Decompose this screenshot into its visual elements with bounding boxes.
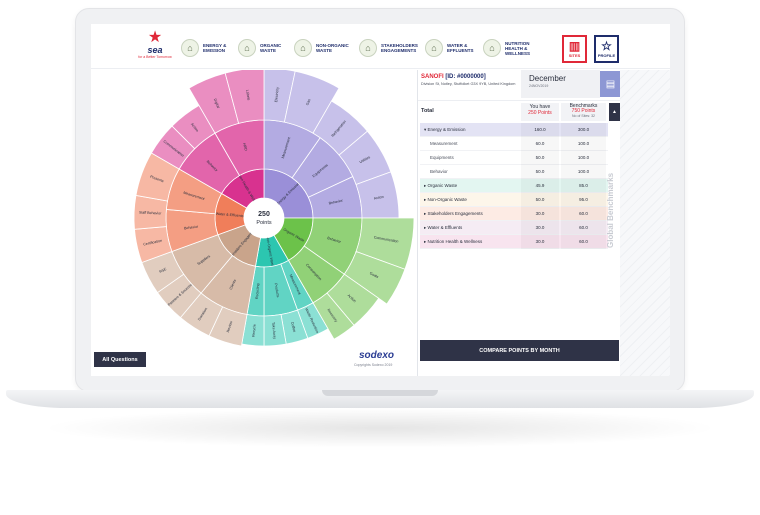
star-icon: ★: [147, 29, 163, 46]
row-you-value: 50.0: [521, 193, 559, 207]
nav-item-label: ORGANIC WASTE: [260, 43, 282, 53]
sort-button[interactable]: ▲: [609, 103, 620, 121]
building-icon: ▥: [568, 39, 581, 53]
app-screen: ★ sea for a Better Tomorrow ⌂ ENERGY & EM…: [91, 24, 670, 376]
sodexo-logo: sodexo: [359, 350, 395, 361]
row-label: Measurement: [430, 141, 458, 146]
profile-button[interactable]: ☆ PROFILE: [594, 35, 619, 63]
month-display[interactable]: December 24NOV2019: [521, 70, 600, 98]
nav-item-4[interactable]: ⌂ WATER & EFFLUENTS: [425, 38, 485, 58]
nutrition-icon: ⌂: [483, 39, 501, 57]
triangle-up-icon: ▲: [612, 109, 617, 115]
table-row[interactable]: ▸ Stakeholders Engagements 30.0 60.0: [420, 207, 608, 221]
nav-item-label: NON-ORGANIC WASTE: [316, 43, 349, 53]
copyright-text: Copyrights Sodexo 2019: [354, 363, 393, 367]
nav-item-0[interactable]: ⌂ ENERGY & EMISSION: [181, 38, 241, 58]
top-navigation: ★ sea for a Better Tomorrow ⌂ ENERGY & EM…: [91, 24, 670, 69]
site-title: SANOFI [ID: #0000000]: [421, 74, 486, 80]
row-benchmark-value: 100.0: [561, 137, 606, 151]
row-you-value: 160.0: [521, 123, 559, 137]
table-row: Behavior 50.0 100.0: [420, 165, 608, 179]
row-label: ▸ Water & Effluents: [424, 224, 463, 230]
row-label: ▸ Non-Organic Waste: [424, 196, 467, 202]
energy-icon: ⌂: [181, 39, 199, 57]
row-you-value: 30.0: [521, 207, 559, 221]
nav-item-1[interactable]: ⌂ ORGANIC WASTE: [238, 38, 298, 58]
nav-item-label: WATER & EFFLUENTS: [447, 43, 474, 53]
nav-item-5[interactable]: ⌂ NUTRITION HEALTH & WELLNESS: [483, 38, 543, 58]
center-points-label: Points: [256, 220, 272, 226]
center-points-value: 250: [258, 211, 270, 218]
global-benchmarks-label: Global Benchmarks: [606, 172, 615, 248]
row-you-value: 30.0: [521, 235, 559, 249]
row-label: Behavior: [430, 169, 448, 174]
row-label: ▸ Nutrition Health & Wellness: [424, 238, 483, 244]
sunburst-center[interactable]: [244, 198, 284, 238]
profile-stars-icon: ☆: [601, 39, 612, 53]
row-benchmark-value: 95.0: [561, 193, 606, 207]
sunburst-outer-segment[interactable]: Staff Behavior: [133, 194, 168, 230]
table-row[interactable]: ▸ Water & Effluents 30.0 60.0: [420, 221, 608, 235]
row-benchmark-value: 300.0: [561, 123, 606, 137]
nav-item-label: NUTRITION HEALTH & WELLNESS: [505, 40, 531, 56]
table-row[interactable]: ▾ Energy & Emission 160.0 300.0: [420, 123, 608, 137]
row-benchmark-value: 60.0: [561, 235, 606, 249]
table-row[interactable]: ▸ Non-Organic Waste 50.0 95.0: [420, 193, 608, 207]
sunburst-chart[interactable]: Energy & EmissionOrganic WasteNon-Organi…: [91, 70, 416, 376]
row-benchmark-value: 100.0: [561, 151, 606, 165]
table-row[interactable]: ▸ Organic Waste 45.9 85.0: [420, 179, 608, 193]
nav-item-3[interactable]: ⌂ STAKEHOLDERS ENGAGEMENTS: [359, 38, 419, 58]
nav-item-2[interactable]: ⌂ NON-ORGANIC WASTE: [294, 38, 354, 58]
table-row[interactable]: ▸ Nutrition Health & Wellness 30.0 60.0: [420, 235, 608, 249]
nav-item-label: STAKEHOLDERS ENGAGEMENTS: [381, 43, 418, 53]
sunburst-panel: Energy & Emission Organic Waste Non-Organi…: [91, 70, 416, 376]
laptop-shadow: [40, 408, 720, 448]
site-header: SANOFI [ID: #0000000] Division St, Notle…: [418, 70, 621, 99]
row-benchmark-value: 60.0: [561, 207, 606, 221]
organic-waste-icon: ⌂: [238, 39, 256, 57]
sites-button[interactable]: ▥ SITES: [562, 35, 587, 63]
table-row: Measurement 60.0 100.0: [420, 137, 608, 151]
row-benchmark-value: 85.0: [561, 179, 606, 193]
non-organic-waste-icon: ⌂: [294, 39, 312, 57]
row-benchmark-value: 100.0: [561, 165, 606, 179]
benchmark-panel: SANOFI [ID: #0000000] Division St, Notle…: [417, 70, 621, 376]
table-row: Equipments 50.0 100.0: [420, 151, 608, 165]
table-header: Total You have 250 Points Benchmarks 750…: [418, 100, 621, 121]
benchmarks-header: Benchmarks 750 Points No of Sites: 32: [561, 103, 606, 121]
benchmark-table: ▾ Energy & Emission 160.0 300.0 Measurement…: [420, 123, 608, 249]
nav-item-label: ENERGY & EMISSION: [203, 43, 227, 53]
row-you-value: 45.9: [521, 179, 559, 193]
row-label: ▸ Stakeholders Engagements: [424, 210, 483, 216]
row-label: ▾ Energy & Emission: [424, 126, 466, 132]
you-have-header: You have 250 Points: [521, 103, 559, 121]
calendar-button[interactable]: ▤: [600, 71, 621, 97]
row-you-value: 50.0: [521, 151, 559, 165]
row-benchmark-value: 60.0: [561, 221, 606, 235]
site-address: Division St, Notley, Stuffolket G3X 9YB,…: [421, 82, 516, 86]
sea-logo[interactable]: ★ sea for a Better Tomorrow: [133, 30, 177, 66]
row-you-value: 50.0: [521, 165, 559, 179]
calendar-icon: ▤: [605, 78, 616, 90]
row-label: Equipments: [430, 155, 454, 160]
compare-points-button[interactable]: COMPARE POINTS BY MONTH: [420, 340, 619, 361]
water-icon: ⌂: [425, 39, 443, 57]
laptop-notch: [322, 390, 438, 396]
all-questions-button[interactable]: All Questions: [94, 352, 146, 367]
background-sketch: [620, 70, 670, 376]
stakeholders-icon: ⌂: [359, 39, 377, 57]
row-you-value: 30.0: [521, 221, 559, 235]
row-label: ▸ Organic Waste: [424, 182, 458, 188]
row-you-value: 60.0: [521, 137, 559, 151]
